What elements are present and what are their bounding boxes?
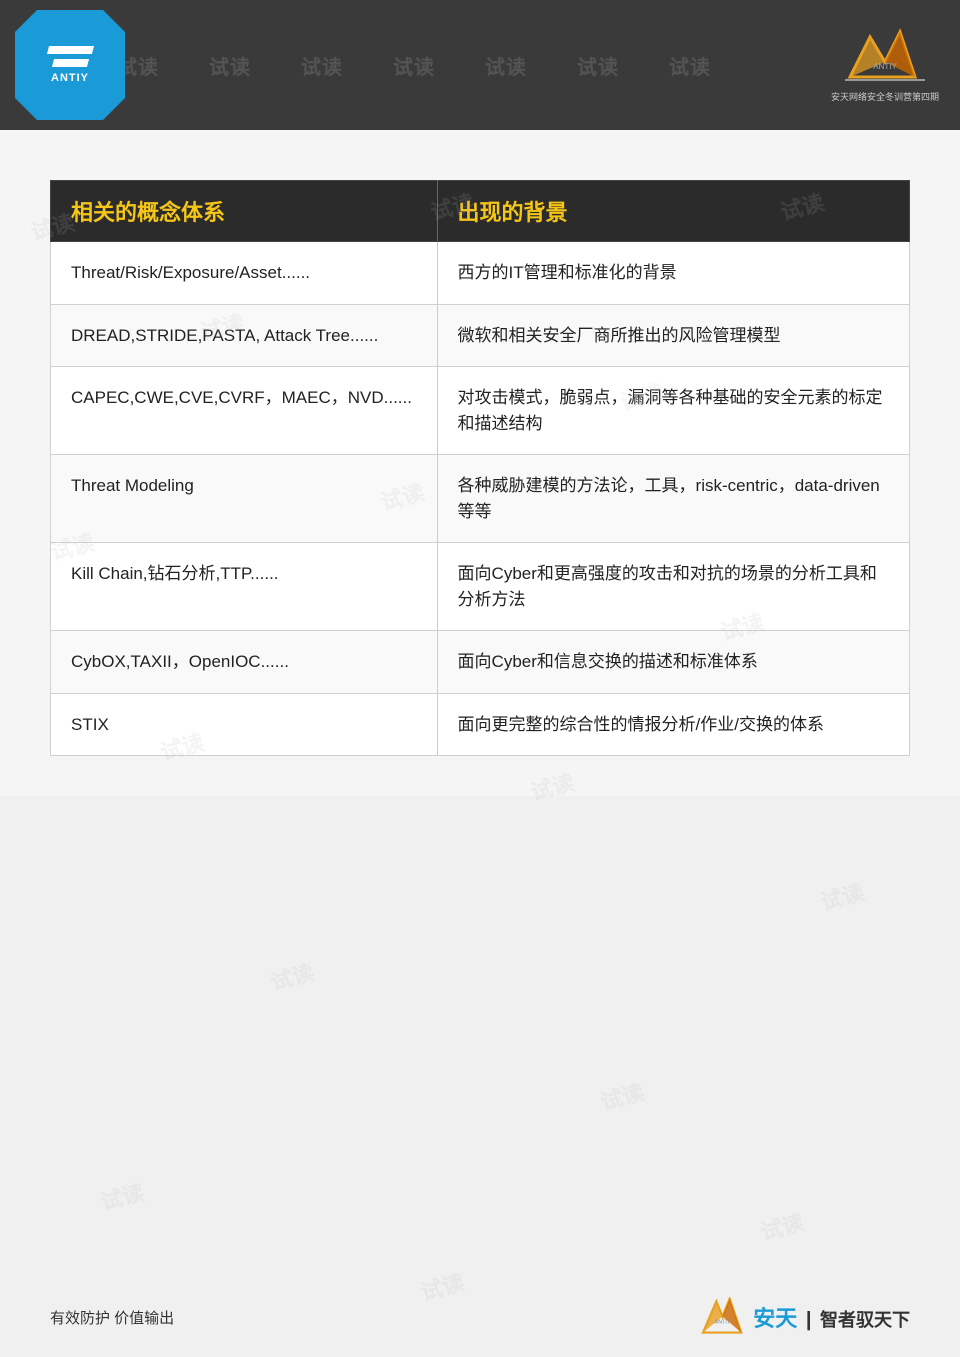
table-cell-col1: DREAD,STRIDE,PASTA, Attack Tree......	[51, 304, 438, 367]
table-cell-col1: CybOX,TAXII，OpenIOC......	[51, 631, 438, 694]
svg-text:ANTIY: ANTIY	[873, 62, 897, 71]
header-watermark: 试读	[577, 51, 619, 80]
header-right-logo: ANTIY 安天网络安全冬训营第四期	[825, 15, 945, 115]
table-header-row: 相关的概念体系 出现的背景	[51, 181, 910, 242]
svg-text:ANTIY: ANTIY	[715, 1320, 731, 1326]
table-row: STIX面向更完整的综合性的情报分析/作业/交换的体系	[51, 693, 910, 756]
col1-header: 相关的概念体系	[51, 181, 438, 242]
bird-icon: ANTIY	[840, 27, 930, 87]
col2-header: 出现的背景	[437, 181, 909, 242]
table-cell-col2: 各种威胁建模的方法论，工具，risk-centric，data-driven等等	[437, 455, 909, 543]
header-watermarks: 试读 试读 试读 试读 试读 试读 试读 试读	[0, 0, 960, 130]
table-row: Threat/Risk/Exposure/Asset......西方的IT管理和…	[51, 242, 910, 305]
footer-pipe: |	[806, 1309, 812, 1331]
header-watermark: 试读	[393, 51, 435, 80]
main-content: 相关的概念体系 出现的背景 Threat/Risk/Exposure/Asset…	[0, 130, 960, 796]
table-cell-col2: 微软和相关安全厂商所推出的风险管理模型	[437, 304, 909, 367]
table-row: Threat Modeling各种威胁建模的方法论，工具，risk-centri…	[51, 455, 910, 543]
header-watermark: 试读	[301, 51, 343, 80]
footer-left-text: 有效防护 价值输出	[50, 1307, 174, 1328]
bw-11: 试读	[817, 875, 868, 917]
footer-antiy-cn: 安天	[753, 1306, 797, 1331]
logo-stripe-1	[46, 46, 93, 54]
footer-logo-icon: ANTIY	[698, 1297, 748, 1337]
table-cell-col2: 西方的IT管理和标准化的背景	[437, 242, 909, 305]
table-cell-col2: 面向Cyber和信息交换的描述和标准体系	[437, 631, 909, 694]
table-cell-col1: Threat/Risk/Exposure/Asset......	[51, 242, 438, 305]
header: 试读 试读 试读 试读 试读 试读 试读 试读 ANTIY ANTIY 安天网络…	[0, 0, 960, 130]
bw-12: 试读	[267, 955, 318, 997]
header-watermark: 试读	[209, 51, 251, 80]
table-cell-col1: Kill Chain,钻石分析,TTP......	[51, 543, 438, 631]
antiy-logo: ANTIY	[15, 10, 125, 120]
bw-14: 试读	[97, 1175, 148, 1217]
header-watermark: 试读	[485, 51, 527, 80]
header-watermark: 试读	[669, 51, 711, 80]
table-row: Kill Chain,钻石分析,TTP......面向Cyber和更高强度的攻击…	[51, 543, 910, 631]
bw-13: 试读	[597, 1075, 648, 1117]
table-row: CybOX,TAXII，OpenIOC......面向Cyber和信息交换的描述…	[51, 631, 910, 694]
footer-brand-main: 安天 | 智者驭天下	[753, 1301, 910, 1333]
table-cell-col2: 面向Cyber和更高强度的攻击和对抗的场景的分析工具和分析方法	[437, 543, 909, 631]
logo-stripes	[48, 46, 93, 67]
footer: 有效防护 价值输出 ANTIY 安天 | 智者驭天下	[0, 1297, 960, 1337]
table-cell-col2: 面向更完整的综合性的情报分析/作业/交换的体系	[437, 693, 909, 756]
table-row: DREAD,STRIDE,PASTA, Attack Tree......微软和…	[51, 304, 910, 367]
footer-brand-subtitle: 智者驭天下	[820, 1310, 910, 1330]
header-right-subtitle: 安天网络安全冬训营第四期	[831, 90, 939, 103]
table-row: CAPEC,CWE,CVE,CVRF，MAEC，NVD......对攻击模式，脆…	[51, 367, 910, 455]
logo-antiy-text: ANTIY	[51, 72, 89, 84]
table-cell-col1: STIX	[51, 693, 438, 756]
concepts-table: 相关的概念体系 出现的背景 Threat/Risk/Exposure/Asset…	[50, 180, 910, 756]
logo-stripe-2	[51, 59, 88, 67]
bw-15: 试读	[757, 1205, 808, 1247]
table-cell-col1: CAPEC,CWE,CVE,CVRF，MAEC，NVD......	[51, 367, 438, 455]
table-cell-col1: Threat Modeling	[51, 455, 438, 543]
footer-right: ANTIY 安天 | 智者驭天下	[698, 1297, 910, 1337]
table-cell-col2: 对攻击模式，脆弱点，漏洞等各种基础的安全元素的标定和描述结构	[437, 367, 909, 455]
